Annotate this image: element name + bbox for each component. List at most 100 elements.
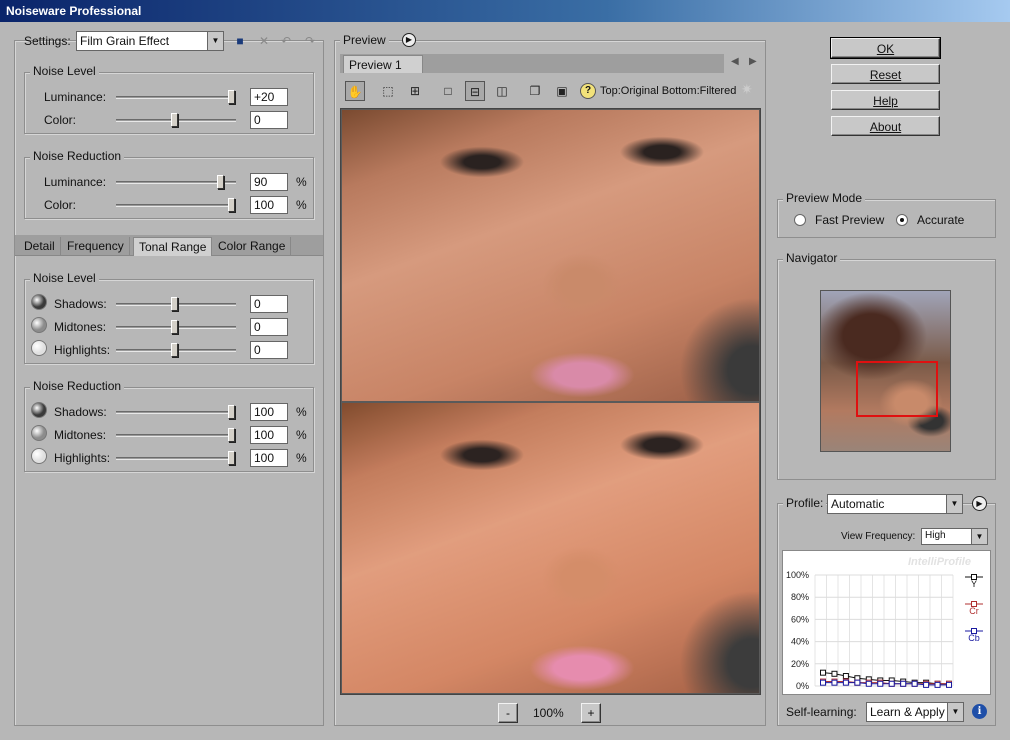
fast-preview-label[interactable]: Fast Preview: [815, 213, 884, 227]
data-point: [946, 681, 952, 688]
tab-prev-icon[interactable]: ◀: [731, 56, 739, 67]
about-button[interactable]: About: [831, 116, 940, 136]
slider-thumb[interactable]: [228, 405, 235, 419]
slider-thumb[interactable]: [228, 90, 235, 104]
preview-original-image[interactable]: [342, 110, 759, 401]
split-vertical-icon[interactable]: ◫: [492, 81, 512, 101]
accurate-label[interactable]: Accurate: [917, 213, 964, 227]
navigator-title: Navigator: [783, 251, 841, 265]
intelliprofile-chart: IntelliProfile 100% 80% 60% 40% 20% 0% Y Cr Cb: [782, 550, 991, 695]
help-label: Help: [873, 94, 898, 108]
tone-indicator-icon: [31, 402, 47, 418]
info-icon[interactable]: i: [972, 704, 987, 719]
slider-track[interactable]: [116, 434, 236, 437]
slider-thumb[interactable]: [171, 297, 178, 311]
help-button[interactable]: Help: [831, 90, 940, 110]
profile-value: Automatic: [831, 497, 885, 511]
data-point: [842, 679, 849, 686]
profile-select[interactable]: Automatic ▼: [827, 494, 963, 514]
value-field[interactable]: +20: [250, 88, 288, 106]
add-marquee-icon[interactable]: ⊞: [405, 81, 425, 101]
zoom-out-button[interactable]: -: [498, 703, 518, 723]
tone-indicator-icon: [31, 317, 47, 333]
ok-button[interactable]: OK: [830, 37, 941, 59]
chevron-down-icon[interactable]: ▼: [207, 32, 223, 50]
slider-label: Highlights:: [54, 343, 111, 357]
slider-thumb[interactable]: [171, 320, 178, 334]
split-horizontal-icon[interactable]: ⊟: [465, 81, 485, 101]
y-tick-label: 60%: [791, 614, 809, 624]
legend-label: Y: [971, 579, 977, 589]
tab-tonal-range[interactable]: Tonal Range: [133, 237, 213, 256]
tab-preview-1[interactable]: Preview 1: [343, 55, 423, 73]
data-point: [831, 679, 838, 686]
value-field[interactable]: 100: [250, 196, 288, 214]
settings-label: Settings:: [24, 34, 71, 48]
settings-select[interactable]: Film Grain Effect ▼: [76, 31, 224, 51]
preview-menu-icon[interactable]: ▶: [402, 33, 416, 47]
slider-label: Color:: [44, 113, 77, 127]
tab-next-icon[interactable]: ▶: [749, 56, 757, 67]
save-icon[interactable]: ■: [230, 31, 250, 51]
value-field[interactable]: 100: [250, 403, 288, 421]
preview-filtered-image[interactable]: [342, 403, 759, 693]
single-view-icon[interactable]: □: [438, 81, 458, 101]
chart-watermark: IntelliProfile: [908, 556, 971, 568]
slider-thumb[interactable]: [228, 198, 235, 212]
y-tick-label: 100%: [786, 570, 809, 580]
reset-button[interactable]: Reset: [831, 64, 940, 84]
value-field[interactable]: 0: [250, 111, 288, 129]
busy-indicator-icon: ✷: [741, 81, 753, 97]
tab-color-range[interactable]: Color Range: [213, 237, 292, 256]
self-learning-select[interactable]: Learn & Apply ▼: [866, 702, 964, 722]
hand-tool-icon[interactable]: ✋: [345, 81, 365, 101]
undo-icon[interactable]: ↶: [276, 31, 296, 51]
redo-icon[interactable]: ↷: [300, 31, 320, 51]
marquee-tool-icon[interactable]: ⬚: [378, 81, 398, 101]
data-point: [934, 681, 941, 688]
fast-preview-radio[interactable]: [794, 214, 806, 226]
slider-track[interactable]: [116, 204, 236, 207]
y-tick-label: 80%: [791, 592, 809, 602]
slider-label: Highlights:: [54, 451, 111, 465]
help-icon[interactable]: ?: [580, 83, 596, 99]
value-field[interactable]: 0: [250, 318, 288, 336]
new-preview-icon[interactable]: ❐: [525, 81, 545, 101]
slider-thumb[interactable]: [171, 113, 178, 127]
navigator-view-box[interactable]: [856, 361, 938, 417]
data-point: [888, 680, 895, 687]
slider-track[interactable]: [116, 96, 236, 99]
self-learning-value: Learn & Apply: [870, 705, 945, 719]
profile-menu-icon[interactable]: ▶: [972, 496, 987, 511]
tone-indicator-icon: [31, 425, 47, 441]
value-field[interactable]: 90: [250, 173, 288, 191]
value-field[interactable]: 100: [250, 449, 288, 467]
chevron-down-icon[interactable]: ▼: [971, 529, 987, 544]
preview-mode-title: Preview Mode: [783, 191, 866, 205]
slider-thumb[interactable]: [228, 428, 235, 442]
data-point: [820, 679, 826, 686]
snapshot-icon[interactable]: ▣: [552, 81, 572, 101]
delete-icon[interactable]: ✕: [254, 31, 274, 51]
slider-track[interactable]: [116, 411, 236, 414]
view-frequency-select[interactable]: High ▼: [921, 528, 988, 545]
y-tick-label: 40%: [791, 637, 809, 647]
zoom-in-button[interactable]: +: [581, 703, 601, 723]
value-field[interactable]: 100: [250, 426, 288, 444]
value-field[interactable]: 0: [250, 341, 288, 359]
slider-thumb[interactable]: [216, 175, 224, 189]
slider-thumb[interactable]: [171, 343, 178, 357]
unit-label: %: [296, 405, 307, 419]
tone-indicator-icon: [31, 340, 47, 356]
chevron-down-icon[interactable]: ▼: [946, 495, 962, 513]
data-point: [831, 670, 838, 677]
tab-frequency[interactable]: Frequency: [62, 237, 130, 256]
accurate-radio[interactable]: [896, 214, 908, 226]
slider-track[interactable]: [116, 457, 236, 460]
chevron-down-icon[interactable]: ▼: [947, 703, 963, 721]
tab-detail[interactable]: Detail: [19, 237, 61, 256]
data-point: [911, 680, 918, 687]
value-field[interactable]: 0: [250, 295, 288, 313]
self-learning-label: Self-learning:: [786, 705, 857, 719]
slider-thumb[interactable]: [228, 451, 235, 465]
